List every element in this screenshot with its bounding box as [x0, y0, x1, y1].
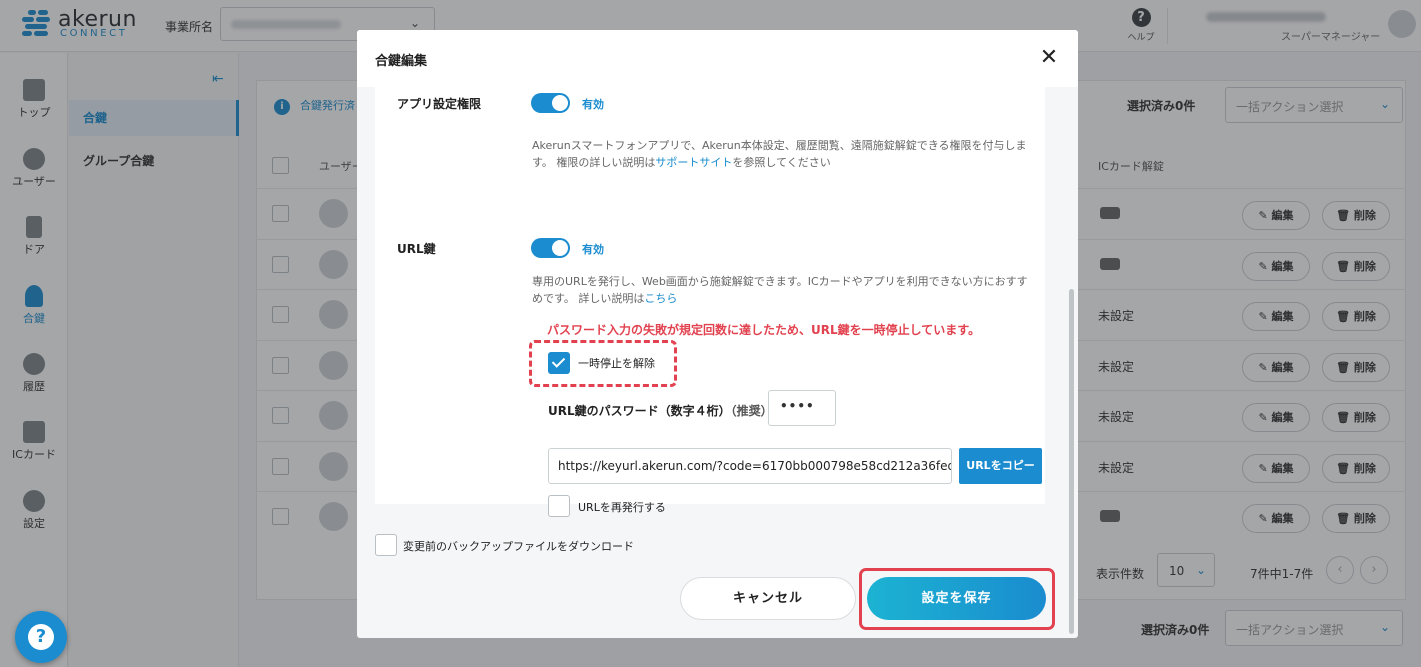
password-input[interactable]: ••••: [768, 390, 836, 426]
app-permission-status: 有効: [582, 98, 604, 111]
url-key-label: URL鍵: [397, 242, 436, 256]
help-icon: ?: [28, 624, 54, 650]
url-key-paused-warning: パスワード入力の失敗が規定回数に達したため、URL鍵を一時停止しています。: [547, 323, 981, 337]
password-label-text: URL鍵のパスワード（数字４桁）: [548, 404, 731, 418]
desc-text: す。 権限の詳しい説明は: [532, 156, 656, 169]
password-label: URL鍵のパスワード（数字４桁）（推奨）: [548, 402, 773, 419]
password-recommend: （推奨）: [730, 404, 773, 418]
app-permission-toggle[interactable]: [531, 93, 570, 113]
app-permission-description: Akerunスマートフォンアプリで、Akerun本体設定、履歴閲覧、遠隔施錠解錠…: [532, 137, 1026, 171]
save-settings-button[interactable]: 設定を保存: [867, 577, 1046, 620]
desc-text: を参照してください: [732, 156, 831, 169]
cancel-button[interactable]: キャンセル: [680, 577, 856, 620]
support-fab[interactable]: ?: [15, 611, 67, 663]
desc-line: Akerunスマートフォンアプリで、Akerun本体設定、履歴閲覧、遠隔施錠解錠…: [532, 139, 1027, 152]
desc-line: 専用のURLを発行し、Web画面から施錠解錠できます。ICカードやアプリを利用で…: [532, 275, 1028, 288]
close-icon[interactable]: ✕: [1036, 45, 1062, 71]
unpause-label: 一時停止を解除: [578, 357, 655, 370]
backup-download-label: 変更前のバックアップファイルをダウンロード: [403, 540, 634, 553]
modal-header: 合鍵編集 ✕: [357, 30, 1078, 87]
modal-scrollbar[interactable]: [1069, 289, 1074, 634]
details-link[interactable]: こちら: [644, 292, 677, 305]
modal-body: アプリ設定権限 有効 Akerunスマートフォンアプリで、Akerun本体設定、…: [375, 87, 1045, 517]
url-field[interactable]: https://keyurl.akerun.com/?code=6170bb00…: [548, 448, 952, 484]
desc-text: めです。 詳しい説明は: [532, 292, 645, 305]
url-key-status: 有効: [582, 243, 604, 256]
url-key-description: 専用のURLを発行し、Web画面から施錠解錠できます。ICカードやアプリを利用で…: [532, 273, 1028, 307]
edit-key-modal: 合鍵編集 ✕ アプリ設定権限 有効 Akerunスマートフォンアプリで、Aker…: [357, 30, 1078, 638]
check-icon: [551, 354, 566, 368]
backup-download-checkbox[interactable]: [375, 534, 397, 556]
unpause-checkbox[interactable]: [548, 352, 570, 374]
reissue-url-checkbox[interactable]: [548, 495, 570, 517]
reissue-url-label: URLを再発行する: [578, 501, 666, 514]
url-key-toggle[interactable]: [531, 238, 570, 258]
support-site-link[interactable]: サポートサイト: [655, 156, 732, 169]
modal-title: 合鍵編集: [375, 54, 428, 69]
copy-url-button[interactable]: URLをコピー: [959, 448, 1042, 484]
app-permission-label: アプリ設定権限: [397, 97, 482, 111]
